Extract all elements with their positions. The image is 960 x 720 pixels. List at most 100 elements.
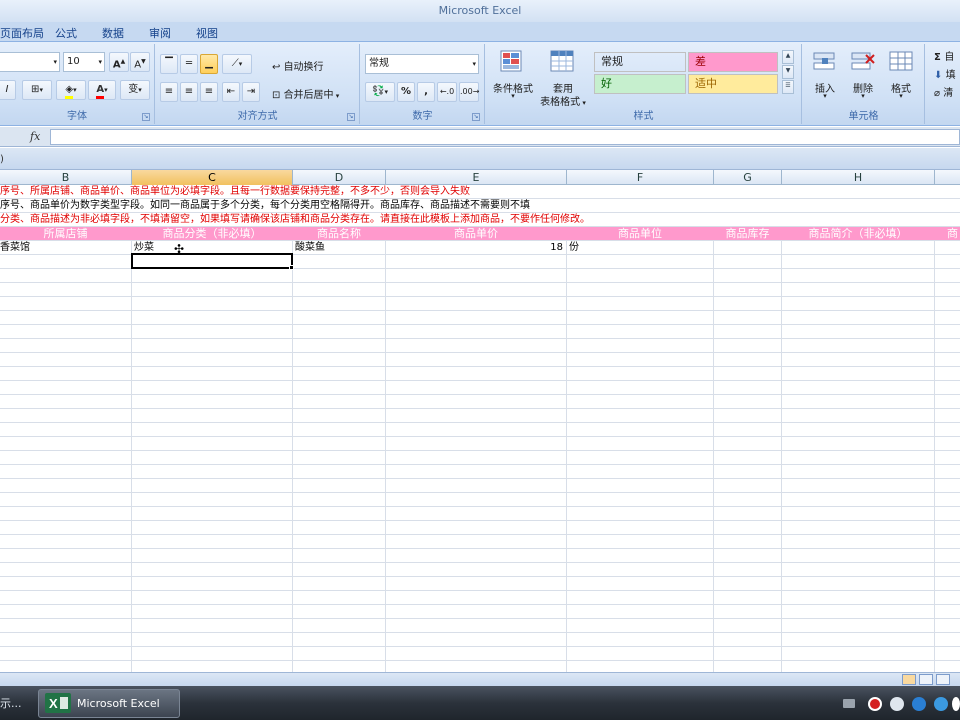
column-header-g[interactable]: G — [714, 170, 782, 185]
tab-page-layout[interactable]: 页面布局 — [0, 25, 44, 41]
page-break-view-icon[interactable] — [936, 674, 950, 685]
page-layout-view-icon[interactable] — [919, 674, 933, 685]
align-middle-button[interactable]: ═ — [180, 54, 198, 74]
empty-row[interactable] — [0, 535, 960, 549]
style-normal[interactable]: 常规 — [594, 52, 686, 72]
percent-button[interactable]: % — [397, 82, 415, 102]
formula-input[interactable] — [50, 129, 960, 145]
empty-row[interactable] — [0, 479, 960, 493]
grow-font-button[interactable]: A▲ — [109, 52, 129, 72]
dialog-launcher-icon[interactable]: ↘ — [472, 113, 480, 121]
align-top-button[interactable]: ▔ — [160, 54, 178, 74]
fill-button[interactable]: ⬇ 填 — [934, 66, 956, 81]
increase-decimal-button[interactable]: ←.0 — [437, 82, 457, 102]
empty-row[interactable] — [0, 297, 960, 311]
empty-row[interactable] — [0, 661, 960, 672]
note-row-2[interactable]: 序号、商品单价为数字类型字段。如同一商品属于多个分类，每个分类用空格隔得开。商品… — [0, 199, 960, 213]
empty-row[interactable] — [0, 549, 960, 563]
style-bad[interactable]: 差 — [688, 52, 778, 72]
tab-view[interactable]: 视图 — [196, 25, 218, 41]
align-bottom-button[interactable]: ▁ — [200, 54, 218, 74]
dialog-launcher-icon[interactable]: ↘ — [347, 113, 355, 121]
styles-more-button[interactable]: ☰ — [782, 80, 794, 94]
align-right-button[interactable]: ≡ — [200, 82, 218, 102]
empty-row[interactable] — [0, 563, 960, 577]
align-center-button[interactable]: ≡ — [180, 82, 198, 102]
style-neutral[interactable]: 适中 — [688, 74, 778, 94]
record-tray-icon[interactable] — [868, 697, 882, 711]
normal-view-icon[interactable] — [902, 674, 916, 685]
empty-row[interactable] — [0, 409, 960, 423]
network-tray-icon[interactable] — [912, 697, 926, 711]
empty-row[interactable] — [0, 521, 960, 535]
italic-button[interactable]: I — [0, 80, 16, 100]
column-header-f[interactable]: F — [567, 170, 714, 185]
keyboard-tray-icon[interactable] — [843, 699, 855, 708]
tab-formulas[interactable]: 公式 — [55, 25, 77, 41]
delete-cells-button[interactable]: 删除 ▾ — [845, 48, 881, 108]
phonetic-button[interactable]: 变▾ — [120, 80, 150, 100]
column-header-d[interactable]: D — [293, 170, 386, 185]
tab-data[interactable]: 数据 — [102, 25, 124, 41]
empty-row[interactable] — [0, 395, 960, 409]
chat-tray-icon[interactable] — [890, 697, 904, 711]
increase-indent-button[interactable]: ⇥ — [242, 82, 260, 102]
header-row[interactable]: 所属店铺 商品分类（非必填） 商品名称 商品单价 商品单位 商品库存 商品简介（… — [0, 227, 960, 241]
insert-cells-button[interactable]: 插入 ▾ — [807, 48, 843, 108]
empty-row[interactable] — [0, 577, 960, 591]
merge-center-button[interactable]: ⊡ 合并后居中 ▾ — [272, 86, 339, 101]
empty-row[interactable] — [0, 507, 960, 521]
empty-row[interactable] — [0, 437, 960, 451]
style-good[interactable]: 好 — [594, 74, 686, 94]
autosum-button[interactable]: Σ 自 — [934, 48, 954, 63]
currency-button[interactable]: 💱▾ — [365, 82, 395, 102]
column-header-b[interactable]: B — [0, 170, 132, 185]
help-tray-icon[interactable] — [934, 697, 948, 711]
column-header-h[interactable]: H — [782, 170, 935, 185]
empty-row[interactable] — [0, 353, 960, 367]
styles-scroll-down[interactable]: ▼ — [782, 65, 794, 79]
empty-row[interactable] — [0, 493, 960, 507]
decrease-indent-button[interactable]: ⇤ — [222, 82, 240, 102]
empty-row[interactable] — [0, 339, 960, 353]
cell-store[interactable]: 香菜馆 — [0, 241, 131, 255]
clear-button[interactable]: ⌀ 清 — [934, 84, 953, 99]
empty-row[interactable] — [0, 619, 960, 633]
orientation-button[interactable]: ⟋▾ — [222, 54, 252, 74]
empty-row[interactable] — [0, 283, 960, 297]
borders-button[interactable]: ⊞▾ — [22, 80, 52, 100]
fill-color-button[interactable]: ◈▾ — [56, 80, 86, 100]
taskbar-item-truncated[interactable]: 示... — [0, 690, 34, 718]
clock-tray-icon[interactable] — [952, 697, 960, 711]
empty-row[interactable] — [0, 423, 960, 437]
empty-row[interactable] — [0, 269, 960, 283]
tab-review[interactable]: 审阅 — [149, 25, 171, 41]
font-name-select[interactable]: ▾ — [0, 52, 60, 72]
cell-name[interactable]: 酸菜鱼 — [293, 241, 385, 255]
fill-handle[interactable] — [289, 265, 294, 270]
cell-unit[interactable]: 份 — [567, 241, 713, 255]
cell-price[interactable]: 18 — [386, 241, 566, 255]
font-size-select[interactable]: 10 ▾ — [63, 52, 105, 72]
note-row-1[interactable]: 序号、所属店铺、商品单价、商品单位为必填字段。且每一行数据要保持完整，不多不少，… — [0, 185, 960, 199]
note-row-3[interactable]: 分类、商品描述为非必填字段，不填请留空，如果填写请确保该店铺和商品分类存在。请直… — [0, 213, 960, 227]
column-header-i[interactable] — [935, 170, 960, 185]
empty-row[interactable] — [0, 605, 960, 619]
dialog-launcher-icon[interactable]: ↘ — [142, 113, 150, 121]
empty-row[interactable] — [0, 451, 960, 465]
conditional-format-button[interactable]: 条件格式 ▾ — [488, 48, 538, 108]
worksheet-grid[interactable]: 序号、所属店铺、商品单价、商品单位为必填字段。且每一行数据要保持完整，不多不少，… — [0, 185, 960, 672]
active-cell-border[interactable] — [131, 253, 293, 269]
empty-row[interactable] — [0, 325, 960, 339]
wrap-text-button[interactable]: ↩ 自动换行 — [272, 58, 324, 73]
format-as-table-button[interactable]: 套用 表格格式 ▾ — [538, 48, 588, 108]
column-header-e[interactable]: E — [386, 170, 567, 185]
empty-row[interactable] — [0, 311, 960, 325]
empty-row[interactable] — [0, 647, 960, 661]
format-cells-button[interactable]: 格式 ▾ — [883, 48, 919, 108]
comma-button[interactable]: , — [417, 82, 435, 102]
styles-scroll-up[interactable]: ▲ — [782, 50, 794, 64]
empty-row[interactable] — [0, 367, 960, 381]
column-header-c[interactable]: C — [132, 170, 293, 185]
empty-row[interactable] — [0, 633, 960, 647]
